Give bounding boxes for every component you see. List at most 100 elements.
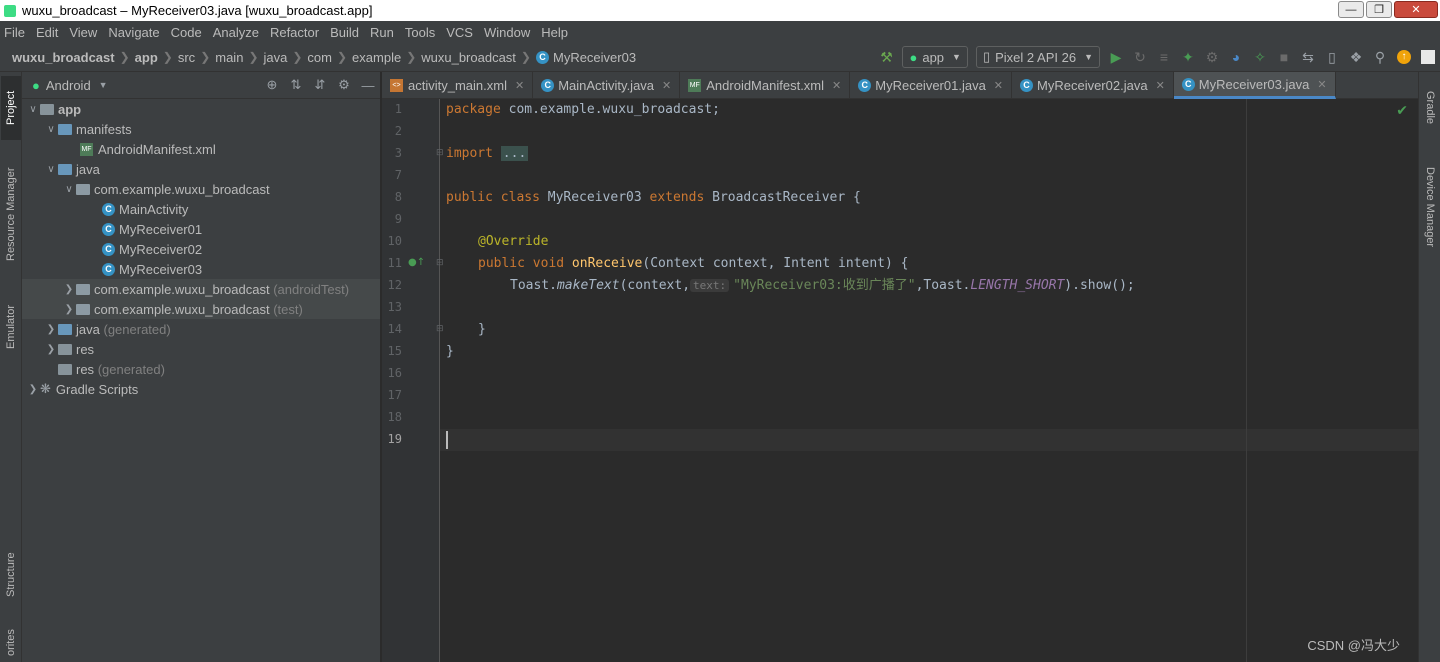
menu-file[interactable]: File [4,25,25,40]
tree-item-gradle-scripts[interactable]: ❯ ❋ Gradle Scripts [22,379,380,399]
tree-item-app[interactable]: ∨ app [22,99,380,119]
search-icon[interactable]: ⚲ [1368,46,1392,68]
folded-imports[interactable]: ... [500,146,529,161]
device-manager-icon[interactable]: ▯ [1320,46,1344,68]
device-select[interactable]: ▯ Pixel 2 API 26 ▼ [975,46,1100,68]
tab-androidmanifest-xml[interactable]: MF AndroidManifest.xml ✕ [680,72,851,99]
menu-tools[interactable]: Tools [405,25,435,40]
tree-item-manifest-file[interactable]: MF AndroidManifest.xml [22,139,380,159]
tree-item-res[interactable]: ❯ res [22,339,380,359]
project-view-select[interactable]: Android [46,78,91,93]
breadcrumb-main[interactable]: main [215,50,243,65]
run-config-select[interactable]: ● app ▼ [902,46,968,68]
attach-debugger-icon[interactable]: ⚙ [1200,46,1224,68]
menu-run[interactable]: Run [370,25,394,40]
menu-analyze[interactable]: Analyze [213,25,259,40]
maximize-button[interactable]: ❐ [1366,1,1392,18]
text-caret [446,431,448,449]
breadcrumb: wuxu_broadcast ❯ app ❯ src ❯ main ❯ java ❯ co… [12,49,637,65]
tree-item-java[interactable]: ∨ java [22,159,380,179]
tree-item-myreceiver01[interactable]: C MyReceiver01 [22,219,380,239]
breadcrumb-com[interactable]: com [307,50,332,65]
menu-help[interactable]: Help [541,25,568,40]
line-number: 17 [387,388,402,402]
tool-tab-structure[interactable]: Structure [1,542,21,608]
apply-changes-icon[interactable]: ≡ [1152,46,1176,68]
tab-activity-main-xml[interactable]: <> activity_main.xml ✕ [382,72,534,99]
close-tab-icon[interactable]: ✕ [662,79,671,92]
tool-tab-device-manager[interactable]: Device Manager [1420,152,1440,262]
minimize-button[interactable]: — [1338,1,1364,18]
gear-icon[interactable]: ⚙ [332,77,356,93]
menu-navigate[interactable]: Navigate [108,25,159,40]
profile-icon[interactable]: ◕ [1224,46,1248,68]
close-tab-icon[interactable]: ✕ [832,79,841,92]
gradle-sync-icon[interactable]: ⇆ [1296,46,1320,68]
line-number: 15 [387,344,402,358]
expand-all-icon[interactable]: ⇅ [284,77,308,93]
close-tab-icon[interactable]: ✕ [1156,79,1165,92]
tree-item-mainactivity[interactable]: C MainActivity [22,199,380,219]
tool-tab-gradle[interactable]: Gradle [1420,80,1440,136]
breadcrumb-project[interactable]: wuxu_broadcast [12,50,115,65]
tree-item-myreceiver03[interactable]: C MyReceiver03 [22,259,380,279]
tree-item-package[interactable]: ∨ com.example.wuxu_broadcast [22,179,380,199]
code-area[interactable]: package com.example.wuxu_broadcast; impo… [446,99,1418,662]
tree-item-res-generated[interactable]: res (generated) [22,359,380,379]
class-icon: C [858,79,872,92]
close-tab-icon[interactable]: ✕ [1317,78,1326,91]
update-icon[interactable]: ↑ [1392,46,1416,68]
breadcrumb-module[interactable]: app [135,50,158,65]
hammer-icon[interactable]: ⚒ [874,46,898,68]
menu-vcs[interactable]: VCS [446,25,473,40]
breadcrumb-example[interactable]: example [352,50,401,65]
menu-edit[interactable]: Edit [36,25,58,40]
debug-icon[interactable]: ✦ [1176,46,1200,68]
tool-tab-project[interactable]: Project [1,76,21,140]
code-line: package com.example.wuxu_broadcast; [446,102,720,117]
override-marker-icon[interactable]: ●↑ [408,257,425,268]
tab-myreceiver01-java[interactable]: C MyReceiver01.java ✕ [850,72,1013,99]
fold-marker-icon[interactable]: ⊟ [436,148,444,158]
menu-code[interactable]: Code [171,25,202,40]
fold-marker-icon[interactable]: ⊟ [436,324,444,334]
menu-bar: File Edit View Navigate Code Analyze Ref… [0,21,1440,43]
tree-item-manifests[interactable]: ∨ manifests [22,119,380,139]
avatar[interactable] [1416,46,1440,68]
breadcrumb-class[interactable]: MyReceiver03 [553,50,636,65]
close-tab-icon[interactable]: ✕ [994,79,1003,92]
tree-item-package-androidtest[interactable]: ❯ com.example.wuxu_broadcast (androidTest… [22,279,380,299]
sdk-manager-icon[interactable]: ❖ [1344,46,1368,68]
chevron-down-icon[interactable]: ▼ [99,80,108,90]
breadcrumb-java[interactable]: java [264,50,288,65]
close-button[interactable]: ✕ [1394,1,1438,18]
window-title: wuxu_broadcast – MyReceiver03.java [wuxu… [22,3,373,18]
tab-myreceiver02-java[interactable]: C MyReceiver02.java ✕ [1012,72,1174,99]
tool-tab-emulator[interactable]: Emulator [1,292,21,362]
tree-item-java-generated[interactable]: ❯ java (generated) [22,319,380,339]
tab-mainactivity-java[interactable]: C MainActivity.java ✕ [533,72,681,99]
breadcrumb-package[interactable]: wuxu_broadcast [421,50,516,65]
hide-icon[interactable]: — [356,78,380,93]
close-tab-icon[interactable]: ✕ [515,79,524,92]
run-icon[interactable]: ▶ [1104,46,1128,68]
line-number: 3 [394,146,402,160]
tree-item-myreceiver02[interactable]: C MyReceiver02 [22,239,380,259]
locate-icon[interactable]: ⊕ [260,77,284,93]
check-icon[interactable]: ✔ [1396,103,1408,119]
breadcrumb-src[interactable]: src [178,50,195,65]
tool-tab-resource-manager[interactable]: Resource Manager [1,154,21,274]
menu-view[interactable]: View [69,25,97,40]
tree-item-package-test[interactable]: ❯ com.example.wuxu_broadcast (test) [22,299,380,319]
stop-icon[interactable]: ■ [1272,46,1296,68]
collapse-all-icon[interactable]: ⇵ [308,77,332,93]
tab-myreceiver03-java[interactable]: C MyReceiver03.java ✕ [1173,72,1336,99]
fold-marker-icon[interactable]: ⊟ [436,258,444,268]
menu-window[interactable]: Window [484,25,530,40]
tool-tab-favorites[interactable]: orites [1,624,21,662]
menu-build[interactable]: Build [330,25,359,40]
rerun-icon[interactable]: ↻ [1128,46,1152,68]
code-editor[interactable]: 1 2 3 7 8 9 10 11 12 13 14 15 16 17 18 1… [382,99,1418,662]
coverage-icon[interactable]: ✧ [1248,46,1272,68]
menu-refactor[interactable]: Refactor [270,25,319,40]
